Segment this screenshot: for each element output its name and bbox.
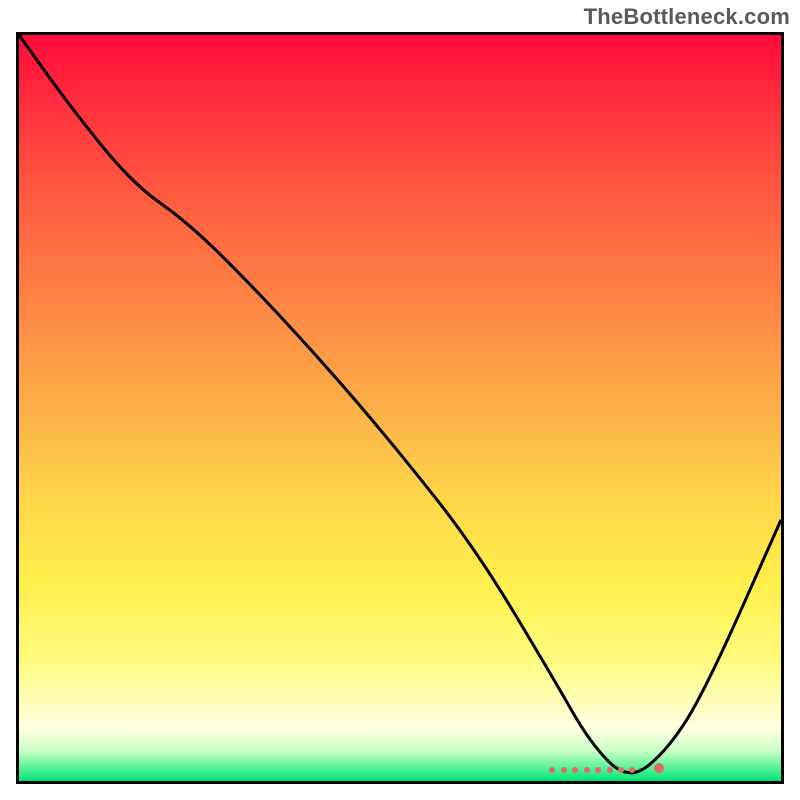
- valley-marker: [654, 763, 664, 773]
- valley-marker: [595, 767, 601, 773]
- valley-marker: [584, 767, 590, 773]
- valley-marker: [629, 767, 635, 773]
- valley-marker: [618, 767, 624, 773]
- valley-marker: [572, 767, 578, 773]
- attribution-label: TheBottleneck.com: [584, 4, 790, 30]
- valley-marker: [561, 767, 567, 773]
- plot-area: [16, 32, 784, 784]
- chart-container: TheBottleneck.com: [0, 0, 800, 800]
- valley-marker: [549, 767, 555, 773]
- bottleneck-curve: [19, 35, 781, 781]
- valley-marker: [607, 767, 613, 773]
- valley-markers: [19, 763, 781, 773]
